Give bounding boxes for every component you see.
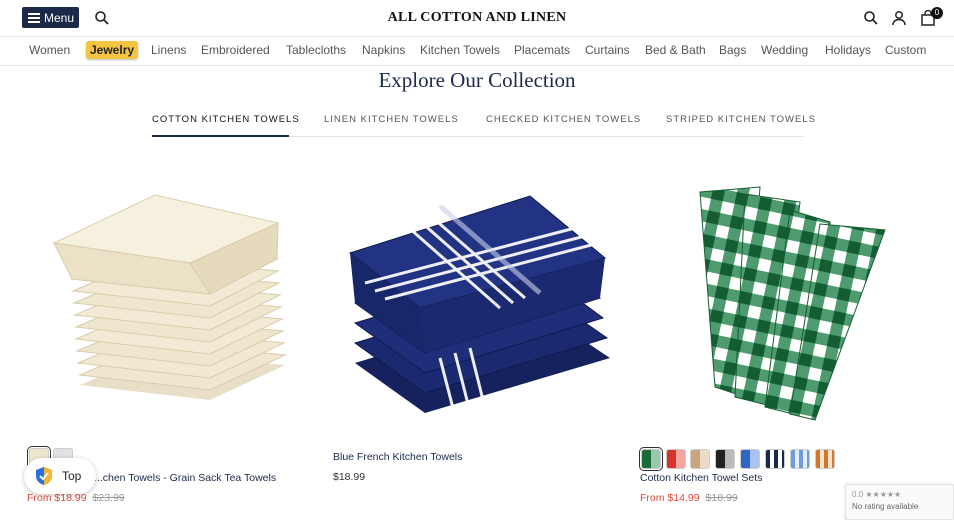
nav-item-wedding[interactable]: Wedding xyxy=(761,43,808,57)
main-nav: Women Jewelry Linens Embroidered Tablecl… xyxy=(0,36,954,66)
swatch-blue-check[interactable] xyxy=(740,449,760,469)
rating-score: 0.0 xyxy=(852,490,864,499)
back-to-top-label: Top xyxy=(62,469,82,483)
collection-tabs: COTTON KITCHEN TOWELS LINEN KITCHEN TOWE… xyxy=(152,110,815,137)
cart-count-badge: 0 xyxy=(931,7,943,19)
tab-linen-kitchen-towels[interactable]: LINEN KITCHEN TOWELS xyxy=(324,114,459,125)
nav-item-jewelry[interactable]: Jewelry xyxy=(86,41,139,59)
original-price: $18.99 xyxy=(705,492,738,504)
nav-item-curtains[interactable]: Curtains xyxy=(585,43,630,57)
active-tab-indicator xyxy=(152,135,289,137)
top-bar: Menu ALL COTTON AND LINEN 0 xyxy=(0,0,954,36)
product-price-green-check: From $14.99 $18.99 xyxy=(640,492,738,504)
nav-item-kitchen-towels[interactable]: Kitchen Towels xyxy=(420,43,500,57)
swatch-black-check[interactable] xyxy=(715,449,735,469)
nav-item-embroidered[interactable]: Embroidered xyxy=(201,43,270,57)
nav-item-holidays[interactable]: Holidays xyxy=(825,43,871,57)
tab-cotton-kitchen-towels[interactable]: COTTON KITCHEN TOWELS xyxy=(152,114,300,125)
nav-item-placemats[interactable]: Placemats xyxy=(514,43,570,57)
nav-item-linens[interactable]: Linens xyxy=(151,43,186,57)
product-image-green-check[interactable] xyxy=(690,182,890,422)
account-icon[interactable] xyxy=(891,10,907,26)
shield-check-icon xyxy=(36,467,52,485)
sale-price: From $14.99 xyxy=(640,492,700,504)
section-title: Explore Our Collection xyxy=(378,68,576,92)
product-price-blue-french: $18.99 xyxy=(333,471,366,483)
google-rating-badge[interactable]: 0.0 ★★★★★ No rating available xyxy=(845,484,954,520)
product-name-blue-french[interactable]: Blue French Kitchen Towels xyxy=(333,451,462,463)
back-to-top-button[interactable]: Top xyxy=(24,458,96,494)
tab-striped-kitchen-towels[interactable]: STRIPED KITCHEN TOWELS xyxy=(666,114,816,125)
nav-item-bags[interactable]: Bags xyxy=(719,43,746,57)
rating-stars: 0.0 ★★★★★ xyxy=(852,490,902,499)
nav-item-tablecloths[interactable]: Tablecloths xyxy=(286,43,346,57)
brand-logo[interactable]: ALL COTTON AND LINEN xyxy=(0,10,954,26)
original-price: $23.99 xyxy=(92,492,125,504)
swatch-green-check[interactable] xyxy=(639,447,663,471)
product-name-green-check[interactable]: Cotton Kitchen Towel Sets xyxy=(640,472,762,484)
nav-item-women[interactable]: Women xyxy=(29,43,70,57)
nav-item-bed-bath[interactable]: Bed & Bath xyxy=(645,43,706,57)
nav-item-custom[interactable]: Custom xyxy=(885,43,926,57)
product-image-blue-french[interactable] xyxy=(345,188,615,423)
product-image-grain-sack[interactable] xyxy=(40,185,300,415)
search-icon-right[interactable] xyxy=(863,10,879,26)
product-name-grain-sack[interactable]: ...chen Towels - Grain Sack Tea Towels xyxy=(94,472,276,484)
swatch-orange-gingham[interactable] xyxy=(815,449,835,469)
rating-text: No rating available xyxy=(852,502,919,511)
swatch-navy-gingham[interactable] xyxy=(765,449,785,469)
swatch-light-blue-gingham[interactable] xyxy=(790,449,810,469)
tab-checked-kitchen-towels[interactable]: CHECKED KITCHEN TOWELS xyxy=(486,114,641,125)
nav-item-napkins[interactable]: Napkins xyxy=(362,43,405,57)
swatch-tan-check[interactable] xyxy=(690,449,710,469)
swatch-red-check[interactable] xyxy=(666,449,686,469)
